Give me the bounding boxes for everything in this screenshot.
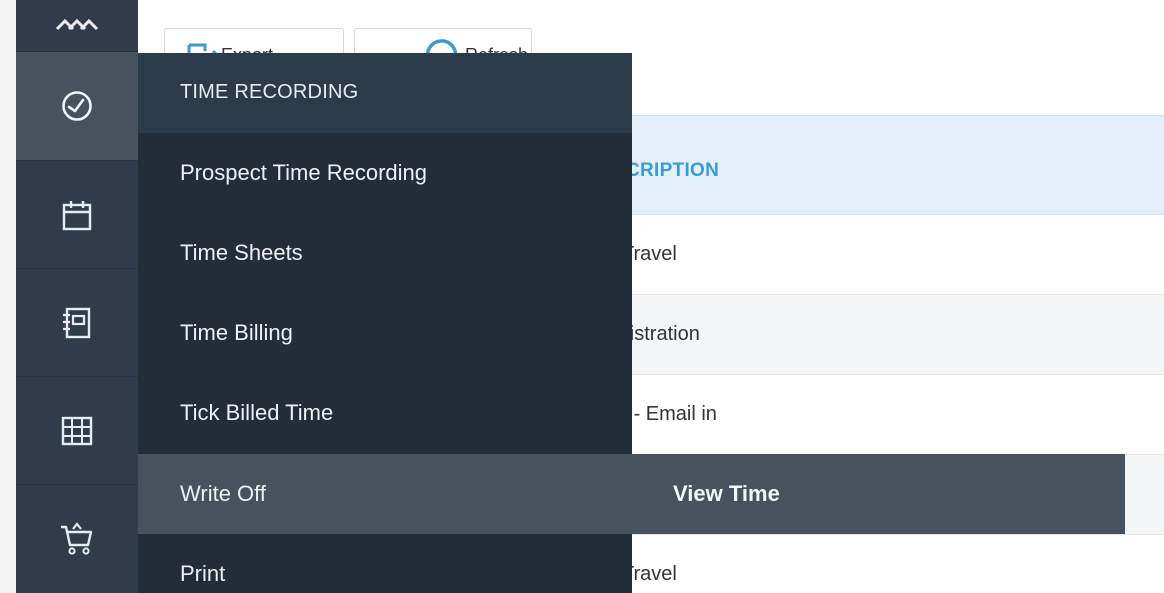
calendar-icon — [62, 200, 92, 230]
menu-item-label: Prospect Time Recording — [180, 160, 427, 185]
clock-icon — [62, 91, 92, 121]
menu-item-tick-billed-time[interactable]: Tick Billed Time — [138, 373, 632, 453]
submenu-item-view-time[interactable]: View Time — [632, 454, 1125, 534]
shopping-cart-icon — [61, 522, 93, 555]
menu-item-label: Write Off — [180, 481, 266, 506]
rail-item-shop[interactable] — [16, 485, 138, 593]
icon-rail — [16, 0, 138, 593]
rail-item-time-recording[interactable] — [16, 52, 138, 161]
rail-item-grid[interactable] — [16, 377, 138, 485]
grid-icon — [61, 416, 93, 445]
menu-item-label: Print — [180, 561, 226, 586]
menu-item-write-off[interactable]: Write Off — [138, 454, 632, 534]
time-recording-menu: TIME RECORDING Prospect Time Recording T… — [138, 53, 632, 593]
notebook-icon — [63, 307, 91, 338]
rail-item-notebook[interactable] — [16, 269, 138, 377]
menu-item-label: Time Sheets — [180, 240, 303, 265]
menu-item-label: Tick Billed Time — [180, 400, 334, 425]
rail-item-calendar[interactable] — [16, 161, 138, 269]
window-left-edge — [0, 0, 16, 593]
menu-item-label: Time Billing — [180, 320, 293, 345]
menu-item-prospect-time-recording[interactable]: Prospect Time Recording — [138, 133, 632, 213]
people-icon — [55, 18, 99, 30]
menu-item-time-sheets[interactable]: Time Sheets — [138, 213, 632, 293]
rail-item-contacts[interactable] — [16, 0, 138, 52]
menu-title: TIME RECORDING — [180, 81, 359, 103]
submenu-item-label: View Time — [673, 481, 780, 506]
menu-item-print[interactable]: Print — [138, 534, 632, 593]
menu-item-time-billing[interactable]: Time Billing — [138, 293, 632, 373]
menu-title-bar: TIME RECORDING — [138, 53, 632, 133]
